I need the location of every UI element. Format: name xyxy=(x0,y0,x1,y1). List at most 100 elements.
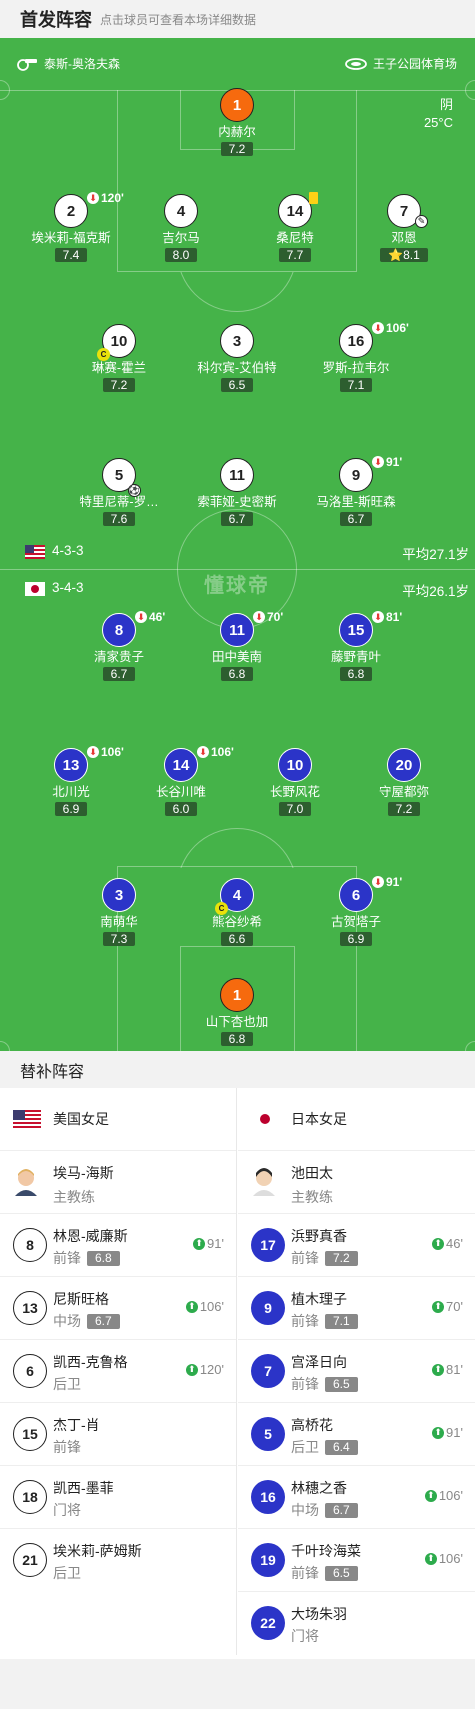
sub-name: 千叶玲海菜 xyxy=(291,1543,361,1559)
player-jpn-13[interactable]: 13 ⬇ 106' 北川光 6.9 xyxy=(16,745,126,818)
page-subtitle: 点击球员可查看本场详细数据 xyxy=(100,12,257,27)
sub-row[interactable]: 13 尼斯旺格 中场 6.7 ⬆ 106' xyxy=(0,1277,236,1340)
sub-position: 前锋 6.5 xyxy=(291,1563,358,1583)
referee-name: 泰斯-奥洛夫森 xyxy=(44,57,120,71)
usa-coach-row[interactable]: 埃马-海斯 主教练 xyxy=(0,1151,236,1214)
japan-avg-age: 平均26.1岁 xyxy=(402,584,469,599)
player-usa-2[interactable]: 2 ⬇ 120' 埃米莉-福克斯 7.4 xyxy=(16,191,126,264)
player-number: 5 ⚽ xyxy=(102,458,141,497)
player-jpn-3[interactable]: 3 南萌华 7.3 xyxy=(64,878,174,948)
stadium-info: 王子公园体育场 xyxy=(345,55,457,72)
player-name: 熊谷纱希 xyxy=(211,915,262,929)
sub-in-icon: ⬆ xyxy=(432,1363,445,1376)
stadium-icon xyxy=(345,57,367,70)
sub-name: 凯西-克鲁格 xyxy=(53,1354,128,1370)
sub-position: 中场 6.7 xyxy=(291,1500,358,1520)
sub-row[interactable]: 16 林穗之香 中场 6.7 ⬆ 106' xyxy=(238,1466,475,1529)
japan-flag-icon xyxy=(251,1110,279,1128)
sub-out-icon: ⬇ xyxy=(372,456,384,468)
player-rating: 7.0 xyxy=(278,802,312,816)
sub-name: 高桥花 xyxy=(291,1417,333,1433)
sub-name: 宫泽日向 xyxy=(291,1354,347,1370)
japan-subs-column: 日本女足 池田太 主教练 17 浜野真香 前锋 7.2 ⬆ 46' 9 植木理子 前… xyxy=(238,1088,475,1655)
player-number: 3 xyxy=(102,878,136,912)
sub-in-icon: ⬆ xyxy=(185,1300,198,1313)
player-rating: ⭐8.1 xyxy=(380,248,428,262)
whistle-icon xyxy=(17,58,37,71)
player-usa-gk[interactable]: 1 内赫尔 7.2 xyxy=(182,88,292,158)
japan-subs-header[interactable]: 日本女足 xyxy=(238,1088,475,1151)
player-rating: 6.7 xyxy=(220,512,254,526)
japan-coach-row[interactable]: 池田太 主教练 xyxy=(238,1151,475,1214)
sub-out-marker: ⬇ 46' xyxy=(135,610,165,624)
player-name: 吉尔马 xyxy=(162,231,200,245)
sub-in-icon: ⬆ xyxy=(193,1237,206,1250)
player-usa-3[interactable]: 3 科尔宾-艾伯特 6.5 xyxy=(182,324,292,394)
sub-name: 浜野真香 xyxy=(291,1228,347,1244)
player-usa-11[interactable]: 11 索菲娅-史密斯 6.7 xyxy=(182,458,292,528)
sub-row[interactable]: 9 植木理子 前锋 7.1 ⬆ 70' xyxy=(238,1277,475,1340)
sub-in-icon: ⬆ xyxy=(432,1300,445,1313)
player-jpn-14[interactable]: 14 ⬇ 106' 长谷川唯 6.0 xyxy=(126,745,236,818)
captain-icon: C xyxy=(97,348,110,361)
sub-in-time: ⬆ 106' xyxy=(424,1551,463,1566)
sub-row[interactable]: 22 大场朱羽 门将 xyxy=(238,1592,475,1655)
player-rating: 7.1 xyxy=(339,378,373,392)
sub-row[interactable]: 8 林恩-威廉斯 前锋 6.8 ⬆ 91' xyxy=(0,1214,236,1277)
sub-out-marker: ⬇ 70' xyxy=(253,610,283,624)
usa-subs-header[interactable]: 美国女足 xyxy=(0,1088,236,1151)
yellow-card-icon xyxy=(309,192,318,204)
player-name: 古贺塔子 xyxy=(330,915,381,929)
player-number: 4 xyxy=(164,194,198,228)
player-usa-10[interactable]: 10 C 琳赛-霍兰 7.2 xyxy=(64,324,174,394)
player-jpn-gk[interactable]: 1 山下杏也加 6.8 xyxy=(182,978,292,1048)
player-rating: 7.2 xyxy=(102,378,136,392)
player-usa-4[interactable]: 4 吉尔马 8.0 xyxy=(126,194,236,264)
sub-row[interactable]: 19 千叶玲海菜 前锋 6.5 ⬆ 106' xyxy=(238,1529,475,1592)
sub-name: 林恩-威廉斯 xyxy=(53,1228,128,1244)
sub-out-marker: ⬇ 81' xyxy=(372,610,402,624)
player-rating: 6.5 xyxy=(220,378,254,392)
player-jpn-20[interactable]: 20 守屋都弥 7.2 xyxy=(349,748,459,818)
player-usa-7[interactable]: 7 ✎ 邓恩 ⭐8.1 xyxy=(349,194,459,264)
player-usa-14[interactable]: 14 桑尼特 7.7 xyxy=(240,192,350,264)
sub-number: 8 xyxy=(13,1228,47,1262)
player-name: 藤野青叶 xyxy=(330,650,381,664)
sub-row[interactable]: 6 凯西-克鲁格 后卫 ⬆ 120' xyxy=(0,1340,236,1403)
player-usa-5[interactable]: 5 ⚽ 特里尼蒂-罗… 7.6 xyxy=(64,458,174,528)
sub-rating: 6.5 xyxy=(325,1376,358,1392)
sub-rating: 7.2 xyxy=(325,1250,358,1266)
player-jpn-6[interactable]: 6 ⬇ 91' 古贺塔子 6.9 xyxy=(301,875,411,948)
stadium-name: 王子公园体育场 xyxy=(373,57,458,71)
coach-role: 主教练 xyxy=(291,1189,333,1205)
player-jpn-4[interactable]: 4 C 熊谷纱希 6.6 xyxy=(182,878,292,948)
player-rating: 6.0 xyxy=(164,802,198,816)
sub-row[interactable]: 7 宫泽日向 前锋 6.5 ⬆ 81' xyxy=(238,1340,475,1403)
player-number: 13 ⬇ 106' xyxy=(54,745,124,782)
sub-out-icon: ⬇ xyxy=(197,746,209,758)
player-jpn-11[interactable]: 11 ⬇ 70' 田中美南 6.8 xyxy=(182,610,292,683)
sub-out-icon: ⬇ xyxy=(372,876,384,888)
player-jpn-8[interactable]: 8 ⬇ 46' 清家贵子 6.7 xyxy=(64,610,174,683)
sub-in-time: ⬆ 91' xyxy=(432,1425,463,1440)
sub-row[interactable]: 5 高桥花 后卫 6.4 ⬆ 91' xyxy=(238,1403,475,1466)
sub-in-time: ⬆ 70' xyxy=(432,1299,463,1314)
player-jpn-15[interactable]: 15 ⬇ 81' 藤野青叶 6.8 xyxy=(301,610,411,683)
player-name: 田中美南 xyxy=(211,650,262,664)
referee-info: 泰斯-奥洛夫森 xyxy=(16,55,120,72)
sub-name: 林穗之香 xyxy=(291,1480,347,1496)
player-usa-16[interactable]: 16 ⬇ 106' 罗斯-拉韦尔 7.1 xyxy=(301,321,411,394)
sub-row[interactable]: 18 凯西-墨菲 门将 xyxy=(0,1466,236,1529)
sub-row[interactable]: 21 埃米莉-萨姆斯 后卫 xyxy=(0,1529,236,1592)
player-rating: 6.8 xyxy=(339,667,373,681)
usa-formation: 4-3-3 xyxy=(52,543,84,558)
sub-number: 9 xyxy=(251,1291,285,1325)
sub-position: 门将 xyxy=(291,1628,319,1644)
sub-row[interactable]: 17 浜野真香 前锋 7.2 ⬆ 46' xyxy=(238,1214,475,1277)
weather-info: 阴 25°C xyxy=(424,96,453,132)
player-name: 长野风花 xyxy=(269,785,320,799)
player-rating: 7.3 xyxy=(102,932,136,946)
sub-row[interactable]: 15 杰丁-肖 前锋 xyxy=(0,1403,236,1466)
player-usa-9[interactable]: 9 ⬇ 91' 马洛里-斯旺森 6.7 xyxy=(301,455,411,528)
player-jpn-10[interactable]: 10 长野风花 7.0 xyxy=(240,748,350,818)
